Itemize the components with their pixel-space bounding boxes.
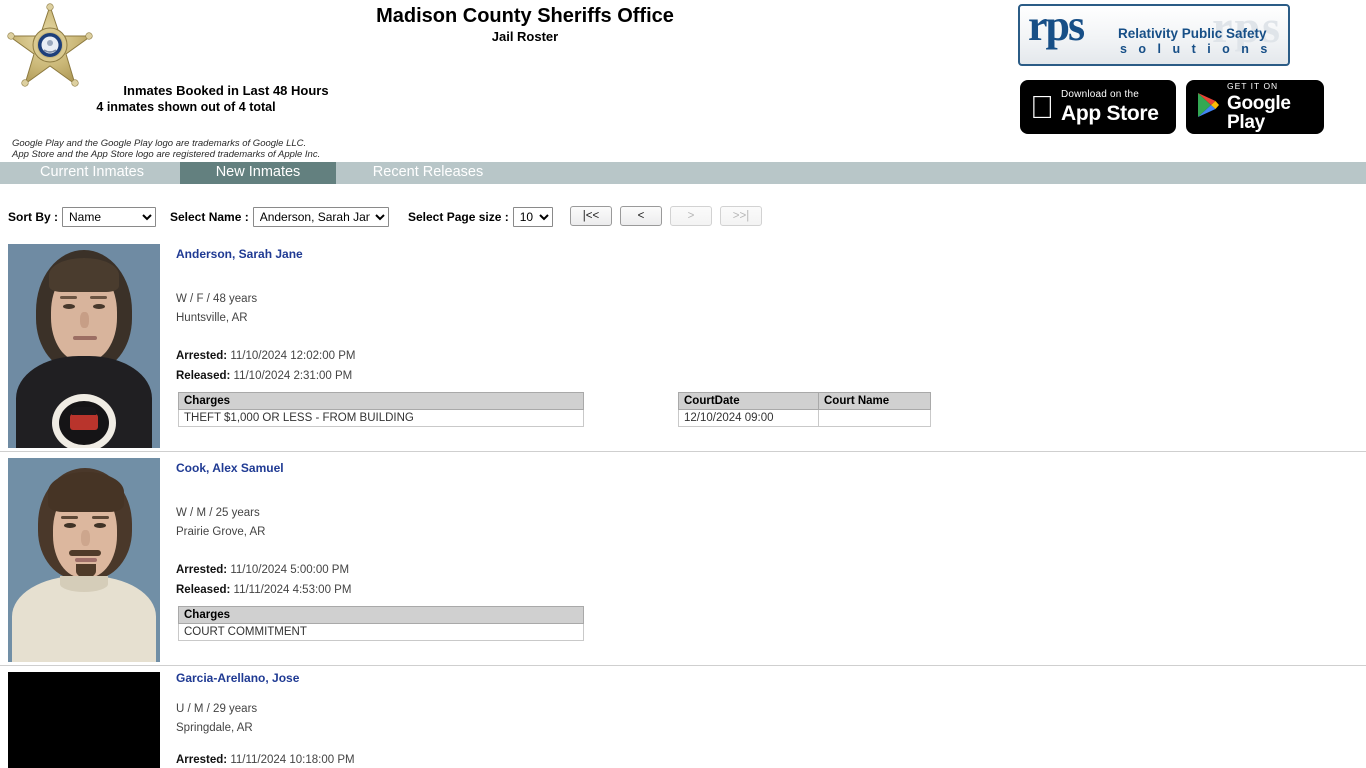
google-play-big-label: Google Play	[1227, 92, 1291, 133]
tab-recent-releases[interactable]: Recent Releases	[340, 162, 516, 184]
pagination: |<< < > >>|	[570, 206, 762, 226]
court-name-cell	[818, 409, 931, 427]
page-header: Madison County Sheriffs Office Jail Rost…	[0, 0, 1366, 160]
select-name-label: Select Name :	[170, 210, 249, 224]
tab-current-inmates[interactable]: Current Inmates	[8, 162, 176, 184]
page-size-control: Select Page size : 10	[408, 206, 553, 228]
inmate-info: Cook, Alex Samuel W / M / 25 years Prair…	[176, 452, 1276, 600]
released-value: 11/11/2024 4:53:00 PM	[233, 584, 352, 596]
inmate-city: Huntsville, AR	[176, 312, 248, 324]
trademark-note: Google Play and the Google Play logo are…	[12, 138, 362, 160]
inmate-record: Garcia-Arellano, Jose U / M / 29 years S…	[0, 666, 1366, 768]
app-store-small-label: Download on the	[1037, 89, 1139, 100]
table-row: THEFT $1,000 OR LESS - FROM BUILDING	[178, 409, 584, 427]
trademark-line-1: Google Play and the Google Play logo are…	[12, 138, 307, 149]
arrested-value: 11/10/2024 5:00:00 PM	[230, 564, 350, 576]
inmate-record: Anderson, Sarah Jane W / F / 48 years Hu…	[0, 238, 1366, 452]
trademark-line-2: App Store and the App Store logo are reg…	[12, 149, 321, 160]
booked-heading: Inmates Booked in Last 48 Hours	[123, 83, 329, 98]
released-label: Released:	[176, 370, 231, 382]
page-subtitle: Jail Roster	[491, 29, 559, 44]
released-label: Released:	[176, 584, 231, 596]
sort-by-select[interactable]: Name	[62, 207, 157, 227]
inmate-released: Released: 11/10/2024 2:31:00 PM	[176, 366, 1276, 386]
arrested-value: 11/11/2024 10:18:00 PM	[230, 754, 355, 766]
prev-page-button[interactable]: <	[620, 206, 662, 226]
inmate-name-link[interactable]: Garcia-Arellano, Jose	[176, 671, 299, 685]
rps-logo[interactable]: rps rps Relativity Public Safety s o l u…	[1018, 4, 1290, 66]
charge-cell: COURT COMMITMENT	[178, 623, 584, 641]
roster-controls: Sort By : Name Select Name : Anderson, S…	[0, 206, 1366, 234]
arrested-label: Arrested:	[176, 754, 228, 766]
charges-header: Charges	[178, 392, 584, 410]
last-page-button: >>|	[720, 206, 762, 226]
inmate-record: Cook, Alex Samuel W / M / 25 years Prair…	[0, 452, 1366, 666]
inmate-info: Garcia-Arellano, Jose U / M / 29 years S…	[176, 666, 1276, 768]
google-play-icon	[1196, 92, 1220, 123]
rps-wordmark: rps	[1028, 4, 1085, 50]
arrested-value: 11/10/2024 12:02:00 PM	[230, 350, 356, 362]
apple-icon: 	[1030, 91, 1054, 123]
jail-roster-page: Madison County Sheriffs Office Jail Rost…	[0, 0, 1366, 768]
google-play-small-label: GET IT ON	[1227, 81, 1279, 92]
app-store-big-label: App Store	[1037, 102, 1159, 125]
rps-tagline-line1: Relativity Public Safety	[1118, 26, 1267, 41]
select-name-select[interactable]: Anderson, Sarah Jane	[252, 207, 389, 227]
inmate-demographics: W / F / 48 years	[176, 293, 258, 305]
inmate-mugshot[interactable]	[8, 244, 160, 448]
table-row: 12/10/2024 09:00	[678, 409, 931, 427]
court-date-header: CourtDate	[678, 392, 819, 410]
inmate-demographics: U / M / 29 years	[176, 703, 258, 715]
next-page-button: >	[670, 206, 712, 226]
inmate-info: Anderson, Sarah Jane W / F / 48 years Hu…	[176, 238, 1276, 386]
sort-by-control: Sort By : Name	[8, 206, 157, 228]
charges-table: Charges THEFT $1,000 OR LESS - FROM BUIL…	[178, 392, 584, 427]
inmate-city: Springdale, AR	[176, 722, 253, 734]
page-size-label: Select Page size :	[408, 210, 509, 224]
charge-cell: THEFT $1,000 OR LESS - FROM BUILDING	[178, 409, 584, 427]
select-name-control: Select Name : Anderson, Sarah Jane	[170, 206, 389, 228]
first-page-button[interactable]: |<<	[570, 206, 612, 226]
page-title: Madison County Sheriffs Office	[376, 5, 674, 27]
court-date-cell: 12/10/2024 09:00	[678, 409, 819, 427]
charges-header: Charges	[178, 606, 584, 624]
table-header-row: Charges	[178, 392, 584, 410]
inmate-demographics: W / M / 25 years	[176, 507, 260, 519]
app-store-button[interactable]:  Download on the App Store	[1020, 80, 1176, 134]
rps-tagline-line2: s o l u t i o n s	[1120, 42, 1272, 56]
google-play-button[interactable]: GET IT ON Google Play	[1186, 80, 1324, 134]
inmate-roster: Anderson, Sarah Jane W / F / 48 years Hu…	[0, 238, 1366, 768]
page-size-select[interactable]: 10	[512, 207, 553, 227]
released-value: 11/10/2024 2:31:00 PM	[233, 370, 353, 382]
inmate-mugshot[interactable]	[8, 672, 160, 768]
charges-table: Charges COURT COMMITMENT	[178, 606, 584, 641]
inmate-released: Released: 11/11/2024 4:53:00 PM	[176, 580, 1276, 600]
inmate-name-link[interactable]: Anderson, Sarah Jane	[176, 247, 303, 261]
table-row: COURT COMMITMENT	[178, 623, 584, 641]
inmate-arrested: Arrested: 11/10/2024 5:00:00 PM	[176, 560, 1276, 580]
inmate-city: Prairie Grove, AR	[176, 526, 266, 538]
shown-count: 4 inmates shown out of 4 total	[96, 100, 276, 114]
inmate-name-link[interactable]: Cook, Alex Samuel	[176, 461, 284, 475]
title-block: Madison County Sheriffs Office Jail Rost…	[0, 4, 1050, 45]
arrested-label: Arrested:	[176, 564, 228, 576]
court-table: CourtDate Court Name 12/10/2024 09:00	[678, 392, 931, 427]
inmate-arrested: Arrested: 11/10/2024 12:02:00 PM	[176, 346, 1276, 366]
sort-by-label: Sort By :	[8, 210, 59, 224]
tab-new-inmates[interactable]: New Inmates	[180, 162, 336, 184]
tab-bar: Current Inmates New Inmates Recent Relea…	[0, 162, 1366, 184]
inmate-arrested: Arrested: 11/11/2024 10:18:00 PM	[176, 750, 1276, 768]
inmate-mugshot[interactable]	[8, 458, 160, 662]
arrested-label: Arrested:	[176, 350, 228, 362]
roster-summary: Inmates Booked in Last 48 Hours 4 inmate…	[0, 82, 420, 115]
table-header-row: CourtDate Court Name	[678, 392, 931, 410]
table-header-row: Charges	[178, 606, 584, 624]
court-name-header: Court Name	[818, 392, 931, 410]
